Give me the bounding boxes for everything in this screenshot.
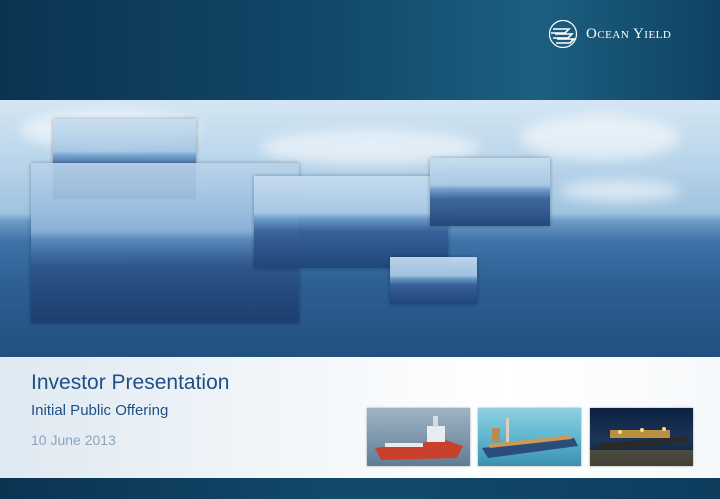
night-vessel-photo — [590, 408, 693, 466]
presentation-date: 10 June 2013 — [31, 432, 116, 448]
fpso-vessel-photo — [478, 408, 581, 466]
header-band: Ocean Yield — [0, 0, 720, 100]
presentation-subtitle: Initial Public Offering — [31, 402, 169, 419]
logo-text: Ocean Yield — [586, 25, 672, 42]
wave-logo-icon — [548, 19, 578, 49]
presentation-title: Investor Presentation — [31, 371, 230, 394]
company-logo: Ocean Yield — [548, 18, 708, 50]
collage-tile — [390, 257, 477, 304]
footer-band — [0, 478, 720, 499]
offshore-supply-vessel-photo — [367, 408, 470, 466]
collage-tile — [430, 158, 550, 226]
hero-ocean-image — [0, 100, 720, 357]
collage-tile — [254, 176, 448, 268]
